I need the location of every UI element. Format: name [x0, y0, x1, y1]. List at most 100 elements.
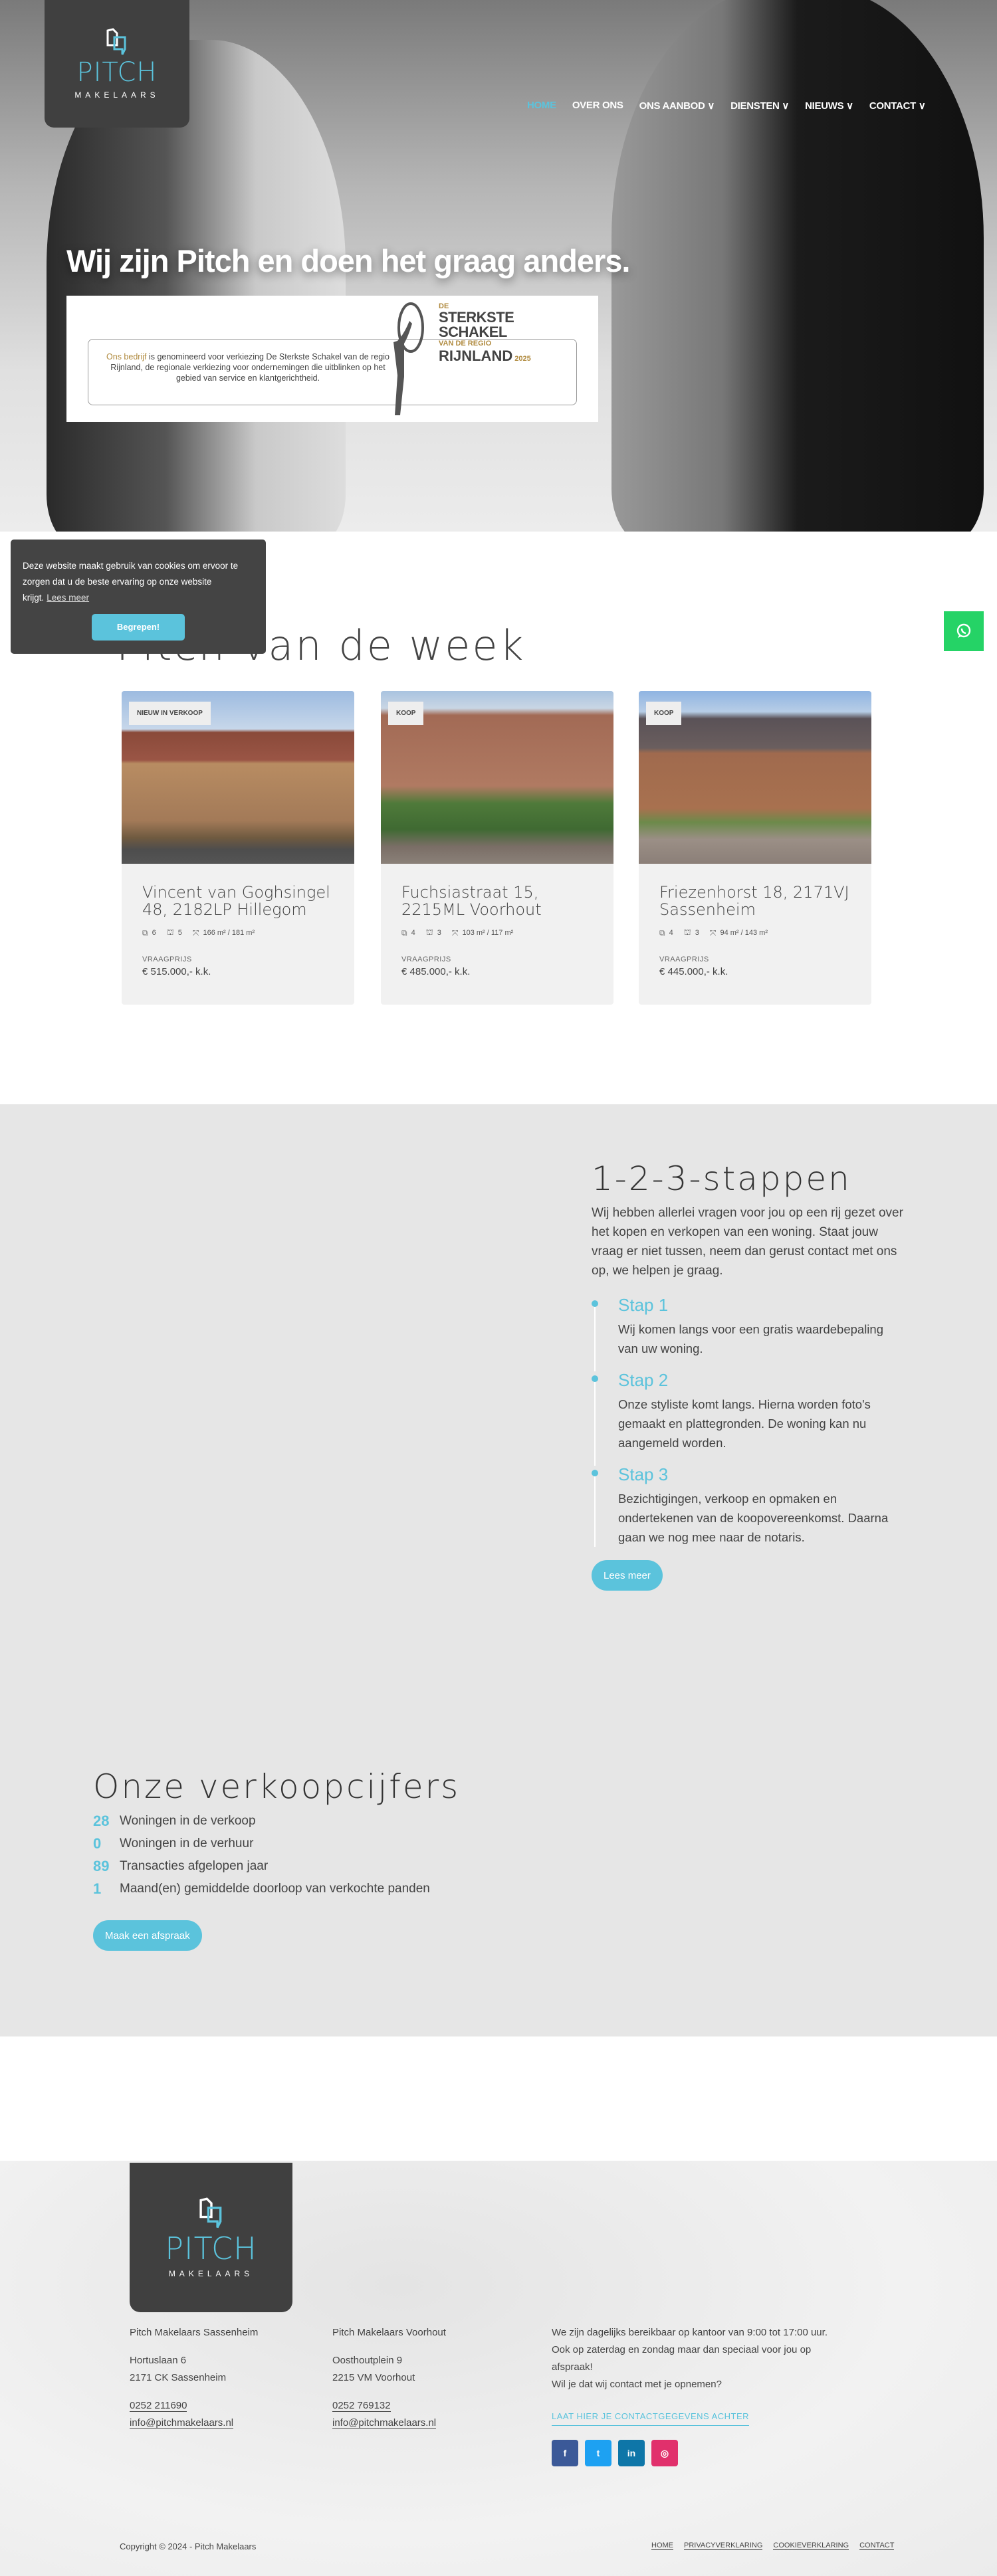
twitter-icon[interactable]: t [585, 2440, 611, 2466]
weekend-text: Ook op zaterdag en zondag maar dan speci… [552, 2344, 812, 2373]
property-title: Fuchsiastraat 15, 2215ML Voorhout [401, 883, 542, 919]
logo-sub: MAKELAARS [74, 90, 160, 100]
nav-diensten[interactable]: DIENSTEN ∨ [730, 100, 789, 112]
office-phone[interactable]: 0252 211690 [130, 2400, 187, 2412]
stat-value: 89 [93, 1858, 110, 1874]
step-text: Bezichtigingen, verkoop en opmaken en on… [618, 1492, 889, 1544]
award-highlight: Ons bedrijf [106, 352, 147, 361]
price-label: VRAAGPRIJS [401, 955, 451, 963]
step-text: Wij komen langs voor een gratis waardebe… [618, 1322, 883, 1355]
nav-nieuws[interactable]: NIEUWS ∨ [805, 100, 853, 112]
stat-row: 28 Woningen in de verkoop [93, 1810, 558, 1833]
award-body: is genomineerd voor verkiezing De Sterks… [110, 352, 389, 383]
footer-link-contact[interactable]: CONTACT [859, 2541, 895, 2550]
nav-ons-aanbod[interactable]: ONS AANBOD ∨ [639, 100, 715, 112]
contact-info: We zijn dagelijks bereikbaar op kantoor … [552, 2324, 864, 2426]
question-text: Wil je dat wij contact met je opnemen? [552, 2379, 722, 2390]
office-phone[interactable]: 0252 769132 [332, 2400, 391, 2412]
read-more-button[interactable]: Lees meer [592, 1560, 663, 1591]
property-card[interactable]: KOOP Friezenhorst 18, 2171VJ Sassenheim … [639, 691, 871, 1005]
cookie-accept-button[interactable]: Begrepen! [92, 614, 185, 641]
office-name: Pitch Makelaars Sassenheim [130, 2327, 259, 2338]
property-rooms: 6 [152, 929, 156, 937]
facebook-icon[interactable]: f [552, 2440, 578, 2466]
stat-label: Maand(en) gemiddelde doorloop van verkoc… [120, 1882, 430, 1896]
step-title: Stap 1 [618, 1295, 669, 1315]
footer-link-privacy[interactable]: PRIVACYVERKLARING [684, 2541, 763, 2550]
property-rooms: 4 [669, 929, 673, 937]
step-item: Stap 1 Wij komen langs voor een gratis wa… [592, 1295, 904, 1371]
office-email[interactable]: info@pitchmakelaars.nl [130, 2417, 234, 2429]
footer-logo[interactable]: PITCH MAKELAARS [130, 2163, 292, 2312]
office-name: Pitch Makelaars Voorhout [332, 2327, 446, 2338]
whatsapp-button[interactable] [944, 611, 984, 651]
stat-value: 28 [93, 1813, 110, 1829]
office-street: Oosthoutplein 9 [332, 2355, 403, 2366]
office-voorhout: Pitch Makelaars Voorhout Oosthoutplein 9… [332, 2324, 446, 2432]
property-price: € 485.000,- k.k. [401, 966, 471, 977]
stat-label: Woningen in de verhuur [120, 1836, 254, 1850]
bed-icon: ⛫ [425, 928, 433, 937]
stats-block: Onze verkoopcijfers 28 Woningen in de ver… [93, 1767, 558, 1951]
office-city: 2171 CK Sassenheim [130, 2372, 227, 2383]
logo[interactable]: PITCH MAKELAARS [45, 0, 189, 128]
nav-over-ons[interactable]: OVER ONS [572, 100, 623, 112]
property-bedrooms: 3 [695, 929, 699, 937]
property-badge: KOOP [646, 702, 682, 725]
property-area: 94 m² / 143 m² [720, 929, 768, 937]
footer-link-home[interactable]: HOME [651, 2541, 673, 2550]
property-photo: KOOP [639, 691, 871, 864]
step-line [594, 1382, 596, 1466]
rooms-icon: ⧉ [401, 928, 407, 938]
property-card[interactable]: NIEUW IN VERKOOP Vincent van Goghsingel … [122, 691, 354, 1005]
cookie-read-more-link[interactable]: Lees meer [47, 593, 89, 603]
stat-label: Transacties afgelopen jaar [120, 1859, 269, 1873]
cookie-banner: Deze website maakt gebruik van cookies o… [11, 540, 266, 654]
logo-word: PITCH [76, 57, 158, 88]
property-card[interactable]: KOOP Fuchsiastraat 15, 2215ML Voorhout ⧉… [381, 691, 613, 1005]
rooms-icon: ⧉ [142, 928, 148, 938]
award-text: Ons bedrijf is genomineerd voor verkiezi… [102, 351, 394, 383]
main-nav: HOME OVER ONS ONS AANBOD ∨ DIENSTEN ∨ NI… [527, 100, 926, 112]
stat-row: 0 Woningen in de verhuur [93, 1833, 558, 1855]
area-icon: ⤧ [192, 928, 199, 938]
instagram-icon[interactable]: ◎ [651, 2440, 678, 2466]
property-price: € 445.000,- k.k. [659, 966, 728, 977]
logo-word: PITCH [165, 2230, 257, 2266]
stat-value: 1 [93, 1880, 102, 1897]
footer-link-cookies[interactable]: COOKIEVERKLARING [773, 2541, 849, 2550]
spacer [0, 2036, 997, 2161]
make-appointment-button[interactable]: Maak een afspraak [93, 1920, 202, 1951]
stat-label: Woningen in de verkoop [120, 1814, 256, 1828]
property-badge: NIEUW IN VERKOOP [129, 702, 211, 725]
steps-block: 1-2-3-stappen Wij hebben allerlei vragen… [592, 1159, 904, 1591]
office-street: Hortuslaan 6 [130, 2355, 187, 2366]
nav-contact[interactable]: CONTACT ∨ [869, 100, 926, 112]
stats-title: Onze verkoopcijfers [93, 1767, 461, 1806]
award-main: STERKSTE SCHAKEL [439, 309, 514, 340]
nav-home[interactable]: HOME [527, 100, 556, 112]
office-email[interactable]: info@pitchmakelaars.nl [332, 2417, 437, 2429]
step-item: Stap 2 Onze styliste komt langs. Hierna w… [592, 1370, 904, 1466]
contact-cta-link[interactable]: LAAT HIER JE CONTACTGEGEVENS ACHTER [552, 2408, 750, 2426]
linkedin-icon[interactable]: in [618, 2440, 645, 2466]
step-title: Stap 3 [618, 1464, 669, 1484]
award-region: VAN DE REGIO [439, 340, 492, 347]
social-links: f t in ◎ [552, 2440, 678, 2466]
step-item: Stap 3 Bezichtigingen, verkoop en opmaken… [592, 1464, 904, 1547]
property-photo: NIEUW IN VERKOOP [122, 691, 354, 864]
logo-icon [199, 2197, 221, 2228]
stat-row: 1 Maand(en) gemiddelde doorloop van verko… [93, 1878, 558, 1900]
property-price: € 515.000,- k.k. [142, 966, 211, 977]
stat-value: 0 [93, 1835, 102, 1852]
area-icon: ⤧ [709, 928, 717, 938]
award-banner[interactable]: Ons bedrijf is genomineerd voor verkiezi… [66, 296, 598, 422]
property-title: Friezenhorst 18, 2171VJ Sassenheim [659, 883, 849, 919]
award-figure-icon [393, 302, 424, 415]
property-rooms: 4 [411, 929, 415, 937]
property-badge: KOOP [388, 702, 424, 725]
award-year: 2025 [514, 355, 531, 363]
step-title: Stap 2 [618, 1370, 669, 1390]
award-place: RIJNLAND [439, 347, 513, 364]
property-bedrooms: 3 [437, 929, 441, 937]
